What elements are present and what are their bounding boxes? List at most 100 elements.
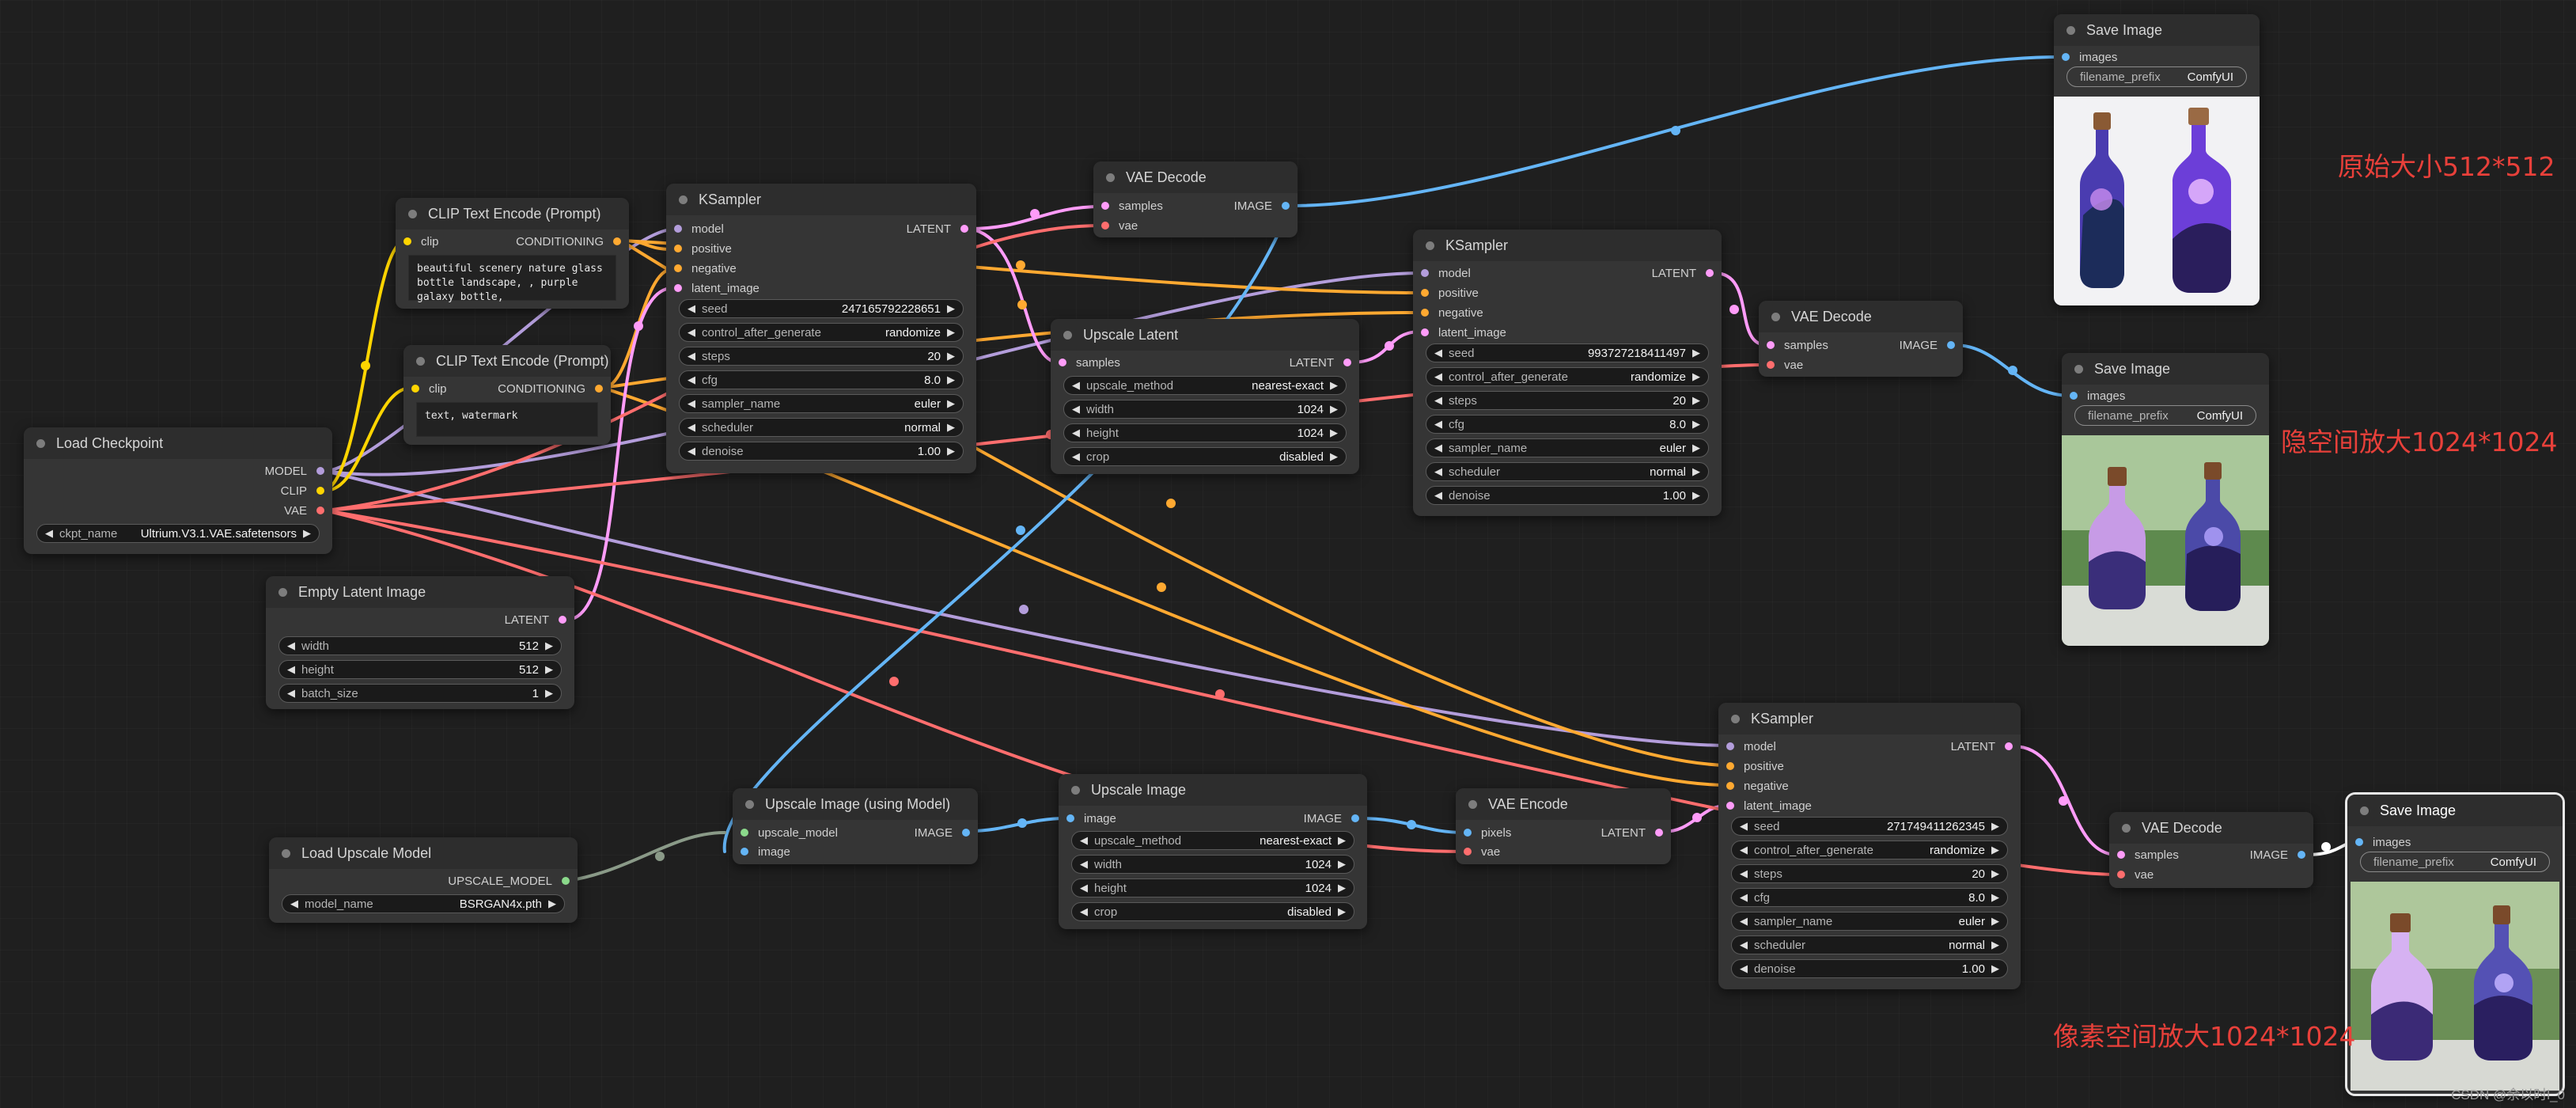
upscale-image-node[interactable]: Upscale Image image IMAGE ◀ upscale_metho… — [1059, 774, 1367, 929]
arrow-left-icon[interactable]: ◀ — [686, 397, 697, 410]
output-conditioning[interactable]: CONDITIONING — [498, 379, 603, 398]
node-title-bar[interactable]: Save Image — [2062, 353, 2269, 385]
input-samples[interactable]: samples — [1101, 196, 1163, 215]
arrow-left-icon[interactable]: ◀ — [686, 350, 697, 362]
slot-dot-icon[interactable] — [2005, 742, 2013, 750]
input-upscale-model[interactable]: upscale_model — [741, 823, 838, 842]
filename-prefix-field[interactable]: filename_prefix ComfyUI — [2074, 405, 2256, 426]
denoise-widget[interactable]: ◀ denoise 1.00 ▶ — [1426, 486, 1709, 505]
output-upscale-model[interactable]: UPSCALE_MODEL — [448, 871, 570, 890]
arrow-left-icon[interactable]: ◀ — [1433, 347, 1444, 359]
slot-dot-icon[interactable] — [2117, 851, 2125, 859]
arrow-right-icon[interactable]: ▶ — [1691, 442, 1702, 454]
input-model[interactable]: model — [1421, 264, 1471, 283]
arrow-right-icon[interactable]: ▶ — [1990, 962, 2001, 975]
slot-dot-icon[interactable] — [2062, 53, 2070, 61]
slot-dot-icon[interactable] — [1726, 762, 1734, 770]
collapse-dot-icon[interactable] — [2122, 823, 2131, 833]
node-title-bar[interactable]: Save Image — [2347, 795, 2563, 826]
slot-dot-icon[interactable] — [2298, 851, 2305, 859]
vae-decode-2-node[interactable]: VAE Decode samples vae IMAGE — [1759, 301, 1963, 377]
arrow-left-icon[interactable]: ◀ — [1433, 442, 1444, 454]
slot-dot-icon[interactable] — [1059, 359, 1066, 366]
slot-dot-icon[interactable] — [316, 507, 324, 514]
arrow-right-icon[interactable]: ▶ — [1336, 905, 1347, 918]
save-image-3-node[interactable]: Save Image images filename_prefix ComfyUI — [2345, 792, 2565, 1096]
arrow-left-icon[interactable]: ◀ — [686, 326, 697, 339]
vae-decode-1-node[interactable]: VAE Decode samples vae IMAGE — [1093, 161, 1297, 237]
arrow-left-icon[interactable]: ◀ — [1070, 403, 1082, 416]
arrow-left-icon[interactable]: ◀ — [1078, 882, 1089, 894]
arrow-right-icon[interactable]: ▶ — [544, 663, 555, 676]
output-image[interactable]: IMAGE — [2250, 845, 2305, 864]
output-latent[interactable]: LATENT — [907, 219, 968, 238]
slot-dot-icon[interactable] — [1421, 289, 1429, 297]
node-title-bar[interactable]: CLIP Text Encode (Prompt) — [403, 345, 611, 377]
steps-widget[interactable]: ◀ steps 20 ▶ — [679, 347, 964, 366]
input-clip[interactable]: clip — [403, 232, 439, 251]
slot-dot-icon[interactable] — [674, 264, 682, 272]
arrow-right-icon[interactable]: ▶ — [544, 687, 555, 700]
arrow-right-icon[interactable]: ▶ — [1328, 403, 1339, 416]
input-images[interactable]: images — [2062, 47, 2117, 66]
collapse-dot-icon[interactable] — [2066, 25, 2075, 35]
slot-dot-icon[interactable] — [1726, 742, 1734, 750]
arrow-right-icon[interactable]: ▶ — [1990, 915, 2001, 928]
arrow-left-icon[interactable]: ◀ — [1738, 915, 1749, 928]
output-image[interactable]: IMAGE — [1234, 196, 1290, 215]
input-negative[interactable]: negative — [1726, 776, 1789, 795]
filename-prefix-field[interactable]: filename_prefix ComfyUI — [2066, 66, 2247, 87]
input-negative[interactable]: negative — [1421, 303, 1483, 322]
width-widget[interactable]: ◀ width 512 ▶ — [278, 636, 562, 655]
slot-dot-icon[interactable] — [1421, 269, 1429, 277]
width-widget[interactable]: ◀ width 1024 ▶ — [1071, 855, 1354, 874]
steps-widget[interactable]: ◀ steps 20 ▶ — [1426, 391, 1709, 410]
collapse-dot-icon[interactable] — [36, 438, 45, 448]
arrow-right-icon[interactable]: ▶ — [1990, 939, 2001, 951]
node-title-bar[interactable]: Load Upscale Model — [269, 837, 578, 869]
slot-dot-icon[interactable] — [595, 385, 603, 393]
output-latent[interactable]: LATENT — [505, 610, 566, 629]
prompt-textarea[interactable]: text, watermark — [416, 402, 598, 437]
node-title-bar[interactable]: KSampler — [1718, 703, 2021, 734]
input-positive[interactable]: positive — [674, 239, 732, 258]
slot-dot-icon[interactable] — [559, 616, 566, 624]
output-latent[interactable]: LATENT — [1951, 737, 2013, 756]
slot-dot-icon[interactable] — [1947, 341, 1955, 349]
collapse-dot-icon[interactable] — [745, 799, 754, 809]
arrow-right-icon[interactable]: ▶ — [945, 326, 957, 339]
collapse-dot-icon[interactable] — [1106, 173, 1115, 182]
slot-dot-icon[interactable] — [1066, 814, 1074, 822]
output-image[interactable]: IMAGE — [1304, 809, 1359, 828]
denoise-widget[interactable]: ◀ denoise 1.00 ▶ — [1731, 959, 2008, 978]
slot-dot-icon[interactable] — [1464, 829, 1472, 837]
input-latent-image[interactable]: latent_image — [1726, 796, 1812, 815]
scheduler-widget[interactable]: ◀ scheduler normal ▶ — [1426, 462, 1709, 481]
slot-dot-icon[interactable] — [1767, 361, 1775, 369]
arrow-left-icon[interactable]: ◀ — [286, 639, 297, 652]
input-negative[interactable]: negative — [674, 259, 737, 278]
node-title-bar[interactable]: VAE Decode — [1093, 161, 1297, 193]
arrow-left-icon[interactable]: ◀ — [686, 302, 697, 315]
arrow-right-icon[interactable]: ▶ — [945, 421, 957, 434]
seed-widget[interactable]: ◀ seed 993727218411497 ▶ — [1426, 343, 1709, 362]
node-title-bar[interactable]: Load Checkpoint — [24, 427, 332, 459]
slot-dot-icon[interactable] — [1464, 848, 1472, 856]
input-clip[interactable]: clip — [411, 379, 447, 398]
width-widget[interactable]: ◀ width 1024 ▶ — [1063, 400, 1347, 419]
input-vae[interactable]: vae — [1464, 842, 1500, 861]
input-latent-image[interactable]: latent_image — [674, 279, 760, 298]
node-title-bar[interactable]: Save Image — [2054, 14, 2260, 46]
arrow-left-icon[interactable]: ◀ — [686, 421, 697, 434]
steps-widget[interactable]: ◀ steps 20 ▶ — [1731, 864, 2008, 883]
output-conditioning[interactable]: CONDITIONING — [516, 232, 621, 251]
upscale-method-widget[interactable]: ◀ upscale_method nearest-exact ▶ — [1063, 376, 1347, 395]
arrow-right-icon[interactable]: ▶ — [1691, 394, 1702, 407]
arrow-right-icon[interactable]: ▶ — [1328, 427, 1339, 439]
slot-dot-icon[interactable] — [674, 245, 682, 252]
collapse-dot-icon[interactable] — [2360, 806, 2369, 815]
height-widget[interactable]: ◀ height 512 ▶ — [278, 660, 562, 679]
slot-dot-icon[interactable] — [1421, 309, 1429, 317]
collapse-dot-icon[interactable] — [1731, 714, 1740, 723]
arrow-right-icon[interactable]: ▶ — [1336, 858, 1347, 871]
